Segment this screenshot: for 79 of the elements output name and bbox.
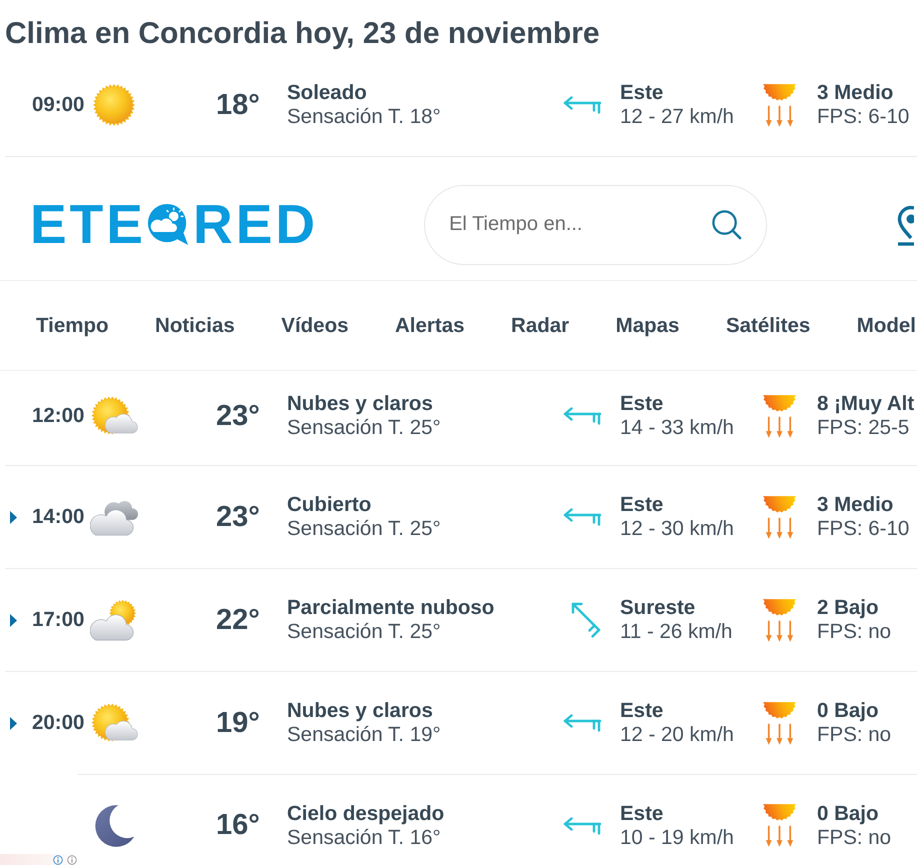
feels-like-text: Sensación T. 25° — [287, 416, 441, 440]
wind-speed: 12 - 30 km/h — [620, 517, 734, 541]
uv-sun-rays-icon — [762, 494, 797, 540]
uv-index: 3 Medio — [817, 81, 894, 105]
uv-sun-rays-icon — [762, 803, 797, 848]
wind-arrow-icon — [563, 816, 602, 834]
feels-like-text: Sensación T. 18° — [287, 105, 441, 129]
hour-time: 17:00 — [32, 608, 86, 632]
feels-like-text: Sensación T. 25° — [287, 620, 441, 644]
wind-direction: Este — [620, 802, 664, 826]
wind-direction: Este — [620, 81, 664, 105]
logo-speech-bubble-icon[interactable] — [146, 203, 190, 246]
sun-protection-factor: FPS: 6-10 — [817, 517, 910, 541]
uv-index: 8 ¡Muy Alt — [817, 392, 914, 416]
feels-like-text: Sensación T. 16° — [287, 826, 441, 850]
uv-index: 3 Medio — [817, 493, 894, 517]
expand-triangle-icon[interactable] — [10, 614, 17, 626]
wind-direction: Este — [620, 392, 664, 416]
cloud-with-sun-icon — [90, 598, 138, 642]
nav-link[interactable]: Noticias — [155, 314, 235, 338]
condition-text: Cubierto — [287, 493, 372, 517]
condition-text: Soleado — [287, 81, 367, 105]
wind-speed: 14 - 33 km/h — [620, 416, 734, 440]
uv-sun-rays-icon — [762, 598, 797, 642]
uv-sun-rays-icon — [762, 394, 797, 438]
hour-time: 09:00 — [32, 93, 86, 117]
temperature: 22° — [216, 604, 261, 636]
temperature: 19° — [216, 706, 261, 740]
uv-sun-rays-icon — [762, 82, 797, 128]
temperature: 18° — [216, 88, 261, 122]
condition-text: Parcialmente nuboso — [287, 596, 494, 620]
sun-protection-factor: FPS: 25-5 — [817, 416, 910, 440]
nav-link[interactable]: Alertas — [395, 314, 465, 338]
sun-protection-factor: FPS: no — [817, 723, 892, 747]
nav-link[interactable]: Satélites — [726, 314, 810, 338]
wind-arrow-icon — [571, 602, 601, 638]
page-title: Clima en Concordia hoy, 23 de noviembre — [4, 16, 601, 52]
ad-strip[interactable] — [0, 854, 80, 865]
info-icon[interactable] — [67, 854, 77, 864]
search-field[interactable]: El Tiempo en... — [424, 184, 768, 264]
condition-text: Nubes y claros — [287, 392, 433, 416]
wind-arrow-icon — [563, 96, 602, 114]
wind-speed: 12 - 20 km/h — [620, 723, 734, 747]
uv-index: 0 Bajo — [817, 699, 879, 723]
wind-direction: Sureste — [620, 596, 696, 620]
location-pin-icon[interactable] — [897, 204, 914, 246]
uv-sun-rays-icon — [762, 700, 797, 746]
hour-time: 12:00 — [32, 404, 86, 428]
info-icon[interactable] — [53, 854, 63, 864]
sun-protection-factor: FPS: no — [817, 826, 892, 850]
hour-time: 14:00 — [32, 505, 86, 529]
wind-arrow-icon — [563, 508, 602, 526]
nav-link[interactable]: Tiempo — [36, 314, 109, 338]
wind-arrow-icon — [563, 714, 602, 732]
nav-link[interactable]: Model — [856, 314, 916, 338]
wind-direction: Este — [620, 493, 664, 517]
expand-triangle-icon[interactable] — [10, 716, 17, 730]
feels-like-text: Sensación T. 19° — [287, 723, 441, 747]
nav-link[interactable]: Vídeos — [281, 314, 348, 338]
condition-text: Cielo despejado — [287, 802, 444, 826]
temperature: 23° — [216, 500, 261, 534]
feels-like-text: Sensación T. 25° — [287, 517, 441, 541]
uv-index: 0 Bajo — [817, 802, 879, 826]
expand-triangle-icon[interactable] — [10, 510, 17, 524]
nav-link[interactable]: Radar — [511, 314, 570, 338]
sun-protection-factor: FPS: no — [817, 620, 892, 644]
nav-link[interactable]: Mapas — [616, 314, 680, 338]
uv-index: 2 Bajo — [817, 596, 879, 620]
wind-speed: 12 - 27 km/h — [620, 105, 734, 129]
temperature: 23° — [216, 400, 261, 432]
wind-speed: 10 - 19 km/h — [620, 826, 734, 850]
search-icon[interactable] — [711, 208, 742, 240]
temperature: 16° — [216, 809, 261, 842]
wind-speed: 11 - 26 km/h — [620, 620, 732, 644]
sun-protection-factor: FPS: 6-10 — [817, 105, 910, 129]
wind-arrow-icon — [563, 407, 602, 425]
condition-text: Nubes y claros — [287, 699, 433, 723]
hour-time: 20:00 — [32, 711, 86, 735]
wind-direction: Este — [620, 699, 664, 723]
